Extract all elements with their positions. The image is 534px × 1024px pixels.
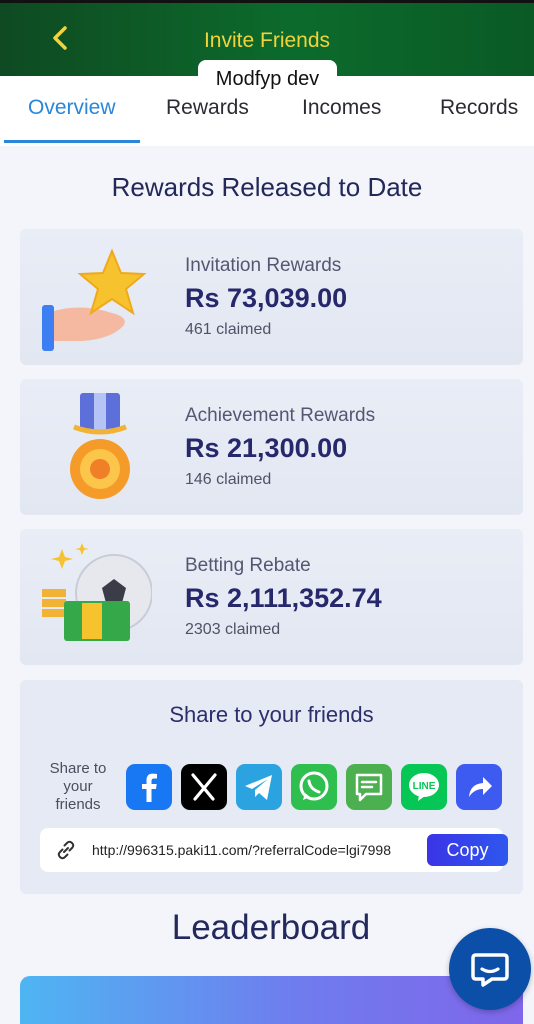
share-more-button[interactable] bbox=[456, 764, 502, 810]
share-panel: Share to your friends Share to your frie… bbox=[20, 680, 523, 894]
copy-button[interactable]: Copy bbox=[427, 834, 508, 866]
support-chat-button[interactable] bbox=[449, 928, 531, 1010]
share-facebook-button[interactable] bbox=[126, 764, 172, 810]
share-arrow-icon bbox=[456, 764, 502, 810]
reward-claimed-count: 2303 claimed bbox=[185, 621, 281, 638]
whatsapp-icon bbox=[291, 764, 337, 810]
share-label: Share to your friends bbox=[49, 760, 107, 813]
facebook-icon bbox=[126, 764, 172, 810]
betting-rebate-card: Betting Rebate Rs 2,111,352.74 2303 clai… bbox=[20, 529, 523, 665]
share-whatsapp-button[interactable] bbox=[291, 764, 337, 810]
reward-label: Achievement Rewards bbox=[185, 405, 376, 426]
leaderboard-banner bbox=[20, 976, 523, 1024]
line-icon: LINE bbox=[401, 764, 447, 810]
tab-overview[interactable]: Overview bbox=[28, 96, 116, 120]
share-title: Share to your friends bbox=[169, 702, 374, 727]
tab-rewards[interactable]: Rewards bbox=[166, 96, 249, 120]
referral-link-box: http://996315.paki11.com/?referralCode=l… bbox=[40, 828, 508, 872]
svg-text:LINE: LINE bbox=[413, 781, 436, 792]
share-telegram-button[interactable] bbox=[236, 764, 282, 810]
leaderboard-title: Leaderboard bbox=[171, 908, 371, 947]
achievement-rewards-card: Achievement Rewards Rs 21,300.00 146 cla… bbox=[20, 379, 523, 515]
x-icon bbox=[181, 764, 227, 810]
reward-label: Betting Rebate bbox=[185, 555, 311, 576]
active-tab-indicator bbox=[4, 140, 140, 143]
tab-records[interactable]: Records bbox=[440, 96, 518, 120]
reward-amount: Rs 2,111,352.74 bbox=[185, 583, 382, 613]
sms-icon bbox=[346, 764, 392, 810]
share-x-button[interactable] bbox=[181, 764, 227, 810]
page-title: Invite Friends bbox=[203, 29, 331, 52]
invitation-rewards-card: Invitation Rewards Rs 73,039.00 461 clai… bbox=[20, 229, 523, 365]
tab-incomes[interactable]: Incomes bbox=[302, 96, 381, 120]
reward-claimed-count: 146 claimed bbox=[185, 471, 272, 488]
link-icon bbox=[57, 840, 75, 860]
share-sms-button[interactable] bbox=[346, 764, 392, 810]
referral-link-text: http://996315.paki11.com/?referralCode=l… bbox=[92, 842, 391, 858]
football-cash-icon bbox=[42, 543, 152, 641]
reward-amount: Rs 21,300.00 bbox=[185, 433, 348, 463]
reward-claimed-count: 461 claimed bbox=[185, 321, 272, 338]
reward-amount: Rs 73,039.00 bbox=[185, 283, 348, 313]
section-title: Rewards Released to Date bbox=[111, 172, 423, 202]
watermark-label: Modfyp dev bbox=[198, 60, 337, 98]
share-line-button[interactable]: LINE bbox=[401, 764, 447, 810]
reward-label: Invitation Rewards bbox=[185, 255, 342, 276]
chat-bubble-icon bbox=[471, 953, 509, 987]
medal-icon bbox=[70, 393, 130, 499]
star-hand-icon bbox=[42, 248, 147, 351]
telegram-icon bbox=[236, 764, 282, 810]
